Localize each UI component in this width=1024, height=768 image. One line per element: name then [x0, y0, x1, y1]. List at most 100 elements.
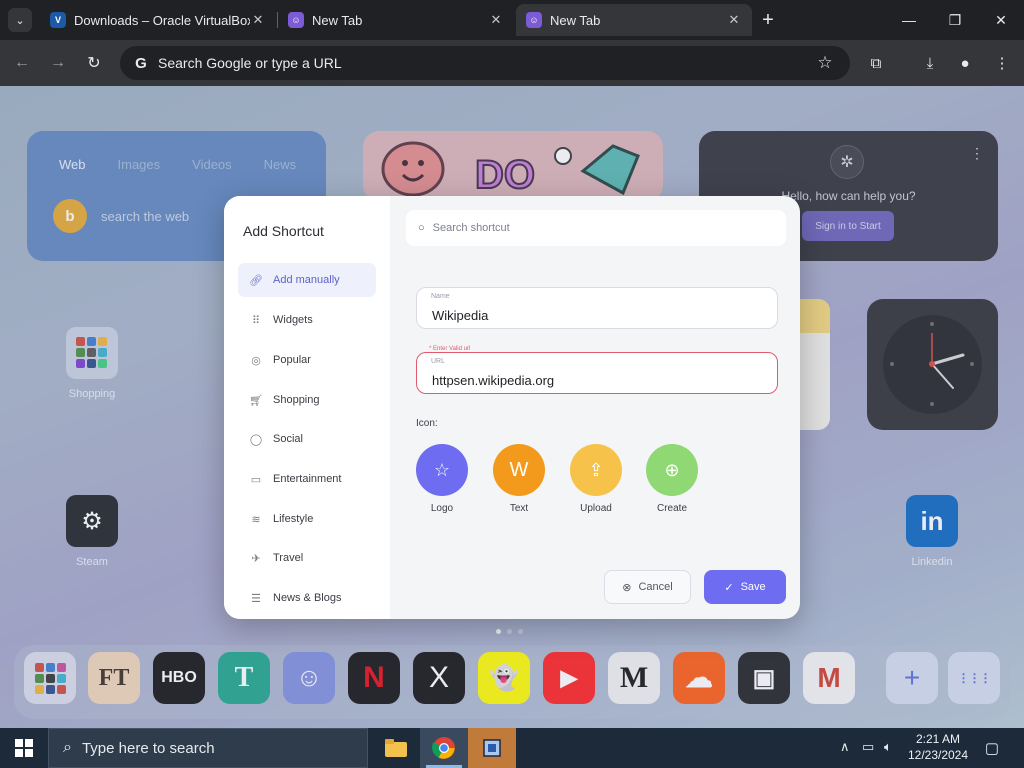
url-field[interactable]: * Enter Valid url URL httpsen.wikipedia.… [416, 346, 778, 394]
lifestyle-icon: ≋ [251, 513, 261, 526]
notification-icon[interactable]: ▢ [980, 738, 1004, 758]
name-field-value: Wikipedia [432, 308, 489, 323]
clock-date: 12/23/2024 [907, 748, 969, 762]
icon-option-text[interactable]: W Text [493, 444, 545, 514]
category-label: Travel [273, 552, 304, 564]
category-label: Lifestyle [273, 513, 314, 525]
windows-taskbar: ⌕ Type here to search ∧ ▭ 🔈︎ 2:21 AM 12/… [0, 728, 1024, 768]
shortcut-search-input[interactable]: ○ Search shortcut [406, 210, 786, 246]
tray-chevron-icon[interactable]: ∧ [840, 739, 850, 755]
extensions-icon[interactable]: ⧉ [862, 49, 890, 77]
category-news-blogs[interactable]: ☰ News & Blogs [238, 581, 376, 615]
name-field[interactable]: Name Wikipedia [416, 287, 778, 329]
icon-option-label: Text [509, 503, 529, 514]
category-widgets[interactable]: ⠿ Widgets [238, 303, 376, 337]
download-icon[interactable]: ⤓ [916, 49, 944, 77]
category-label: Popular [273, 354, 311, 366]
profile-icon[interactable]: ● [951, 49, 979, 77]
category-label: Shopping [273, 394, 320, 406]
tab-new-tab[interactable]: ☺ New Tab ✕ [278, 4, 514, 36]
dialog-title: Add Shortcut [243, 223, 324, 239]
category-entertainment[interactable]: ▭ Entertainment [238, 462, 376, 496]
minimize-button[interactable]: — [886, 0, 932, 40]
volume-muted-icon[interactable]: 🔈︎ [884, 739, 892, 755]
icon-option-create[interactable]: ⊕ Create [646, 444, 698, 514]
file-explorer-icon[interactable] [372, 728, 420, 768]
forward-button[interactable]: → [44, 49, 72, 77]
chat-icon: ◯ [249, 433, 263, 446]
category-label: News & Blogs [273, 592, 342, 604]
link-icon: 🔗︎ [249, 274, 263, 287]
save-label: Save [740, 581, 766, 593]
close-tab-icon[interactable]: ✕ [488, 12, 504, 28]
windows-logo-icon [15, 739, 33, 757]
chrome-icon [432, 737, 455, 759]
folder-icon [385, 739, 407, 757]
newtab-extension-icon: ☺ [526, 12, 542, 28]
save-button[interactable]: ✓ Save [704, 570, 786, 604]
search-icon: ⌕ [63, 739, 72, 756]
taskbar-search-placeholder: Type here to search [81, 739, 215, 757]
virtualbox-icon [483, 739, 501, 757]
cancel-icon: ⊗ [622, 581, 632, 594]
close-tab-icon[interactable]: ✕ [250, 12, 266, 28]
category-travel[interactable]: ✈ Travel [238, 541, 376, 575]
monitor-icon: ▭ [250, 473, 262, 486]
reload-button[interactable]: ↻ [80, 49, 108, 77]
bookmark-star-icon[interactable]: ☆ [812, 50, 838, 76]
tab-search-button[interactable]: ⌄ [8, 8, 32, 32]
taskbar-clock[interactable]: 2:21 AM 12/23/2024 [900, 731, 976, 763]
category-popular[interactable]: ◎ Popular [238, 343, 376, 377]
category-social[interactable]: ◯ Social [238, 422, 376, 456]
cancel-label: Cancel [638, 581, 673, 593]
tab-title: Downloads – Oracle VirtualBox [74, 12, 250, 28]
browser-toolbar: ← → ↻ G Search Google or type a URL ☆ ⧉ … [0, 40, 1024, 86]
url-field-label: URL [431, 358, 446, 365]
icon-option-logo[interactable]: ☆ Logo [416, 444, 468, 514]
address-placeholder: Search Google or type a URL [158, 55, 342, 71]
tab-title: New Tab [550, 12, 601, 28]
star-icon: ☆ [416, 444, 468, 496]
start-button[interactable] [0, 728, 48, 768]
tab-new-tab-active[interactable]: ☺ New Tab ✕ [516, 4, 752, 36]
menu-kebab-icon[interactable]: ⋮ [988, 49, 1016, 77]
category-label: Entertainment [273, 473, 342, 485]
back-button[interactable]: ← [8, 49, 36, 77]
google-icon: G [135, 54, 147, 72]
close-window-button[interactable]: ✕ [978, 0, 1024, 40]
maximize-button[interactable]: ❐ [932, 0, 978, 40]
category-shopping[interactable]: 🛒︎ Shopping [238, 383, 376, 417]
icon-section-label: Icon: [416, 418, 438, 429]
chrome-taskbar-icon[interactable] [420, 728, 468, 768]
address-bar[interactable]: G Search Google or type a URL ☆ [120, 46, 850, 80]
new-tab-button[interactable]: + [756, 8, 780, 32]
category-lifestyle[interactable]: ≋ Lifestyle [238, 502, 376, 536]
popular-icon: ◎ [251, 354, 261, 367]
taskbar-search-box[interactable]: ⌕ Type here to search [48, 728, 368, 768]
add-shortcut-dialog: Add Shortcut 🔗︎ Add manually ⠿ Widgets ◎… [224, 196, 800, 619]
virtualbox-taskbar-icon[interactable] [468, 728, 516, 768]
check-circle-icon: ✓ [724, 581, 734, 594]
close-tab-icon[interactable]: ✕ [726, 12, 742, 28]
icon-option-upload[interactable]: ⇪ Upload [570, 444, 622, 514]
add-image-icon: ⊕ [646, 444, 698, 496]
category-label: Widgets [273, 314, 313, 326]
cancel-button[interactable]: ⊗ Cancel [604, 570, 691, 604]
category-label: Add manually [273, 274, 340, 286]
icon-option-label: Upload [580, 503, 612, 514]
tab-virtualbox[interactable]: V Downloads – Oracle VirtualBox ✕ [40, 4, 276, 36]
category-add-manually[interactable]: 🔗︎ Add manually [238, 263, 376, 297]
travel-icon: ✈ [251, 552, 261, 565]
name-field-label: Name [431, 293, 450, 300]
letter-w-icon: W [493, 444, 545, 496]
news-icon: ☰ [251, 592, 261, 605]
url-field-value: httpsen.wikipedia.org [432, 373, 555, 388]
upload-icon: ⇪ [570, 444, 622, 496]
search-placeholder: Search shortcut [432, 222, 510, 234]
grid-icon: ⠿ [251, 314, 261, 327]
cart-icon: 🛒︎ [249, 394, 263, 407]
url-error-message: * Enter Valid url [427, 346, 473, 352]
network-icon[interactable]: ▭ [862, 739, 874, 755]
virtualbox-icon: V [50, 12, 66, 28]
clock-time: 2:21 AM [915, 732, 961, 746]
